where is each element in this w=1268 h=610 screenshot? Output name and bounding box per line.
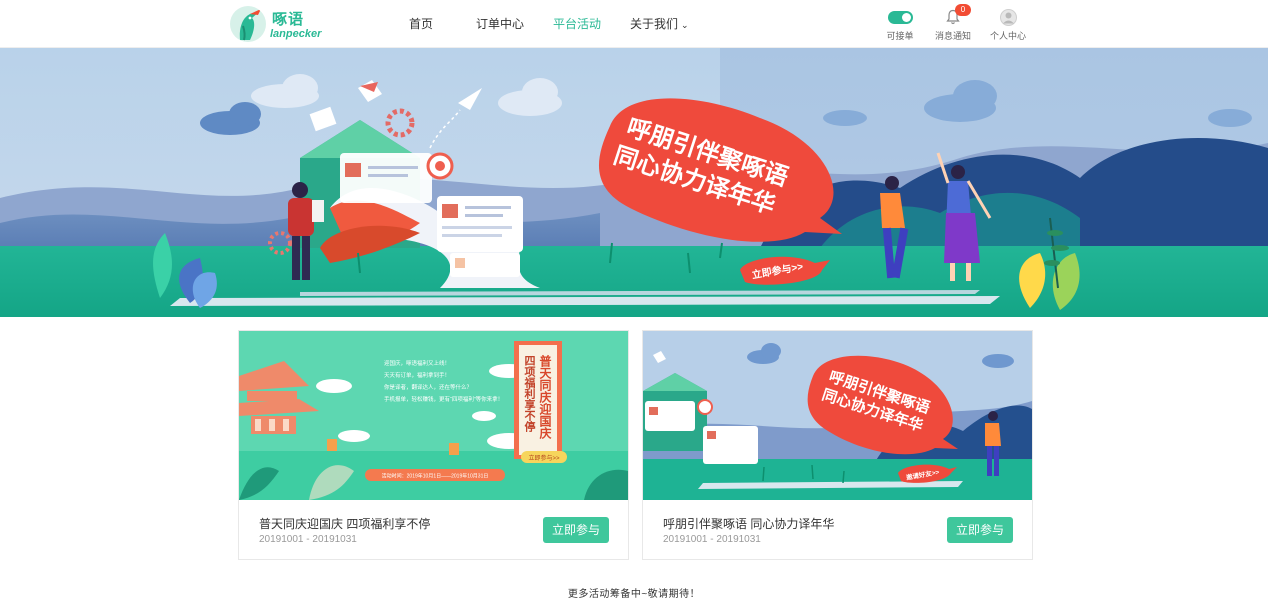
activity-poster-national-day: 普天同庆迎国庆 四项福利享不停 迎国庆，啄语福利又上线！ 天天有订单，福利拿到手… (239, 331, 628, 500)
notification-count-badge: 0 (955, 4, 971, 16)
avatar-icon (999, 8, 1017, 26)
poster-vertical-subtitle-text: 四项福利享不停 (523, 355, 537, 433)
brand-logo[interactable]: 啄语 lanpecker (230, 6, 330, 44)
join-button[interactable]: 立即参与 (543, 517, 609, 543)
more-activities-note: 更多活动筹备中~敬请期待！ (567, 589, 701, 600)
poster-line-1: 迎国庆，啄语福利又上线！ (384, 359, 450, 367)
notifications-label: 消息通知 (934, 31, 971, 41)
nav-platform-activities[interactable]: 平台活动 (553, 0, 601, 48)
nav-about-us[interactable]: 关于我们 ⌄ (630, 0, 689, 48)
activity-title: 呼朋引伴聚啄语 同心协力译年华 (663, 517, 835, 531)
poster-line-3: 你是译者，翻译达人，还在等什么？ (384, 383, 472, 391)
poster-line-2: 天天有订单，福利拿到手！ (384, 371, 450, 379)
profile-label: 个人中心 (989, 31, 1026, 41)
nav-order-center[interactable]: 订单中心 (476, 0, 524, 48)
activity-title: 普天同庆迎国庆 四项福利享不停 (259, 517, 431, 531)
activity-date: 20191001 - 20191031 (663, 534, 761, 545)
poster-vertical-title-text: 普天同庆迎国庆 (538, 354, 552, 440)
join-button[interactable]: 立即参与 (947, 517, 1013, 543)
activity-card-invite-friends[interactable]: 呼朋引伴聚啄语 同心协力译年华 邀请好友>> 呼朋引伴聚啄语 同心协力译年华 2… (642, 330, 1033, 560)
activity-card-national-day[interactable]: 普天同庆迎国庆 四项福利享不停 迎国庆，啄语福利又上线！ 天天有订单，福利拿到手… (238, 330, 629, 560)
brand-name-cn: 啄语 (272, 11, 305, 28)
brand-name-en: lanpecker (270, 28, 322, 40)
hero-banner[interactable]: 呼朋引伴聚啄语 同心协力译年华 立即参与>> (0, 48, 1268, 317)
accept-orders-label: 可接单 (886, 31, 914, 41)
nav-about-us-label: 关于我们 (630, 17, 679, 31)
poster-cta: 立即参与>> (528, 454, 560, 462)
toggle-icon[interactable] (887, 10, 913, 24)
activity-date: 20191001 - 20191031 (259, 534, 357, 545)
profile-button[interactable]: 个人中心 (986, 8, 1030, 42)
chevron-down-icon: ⌄ (681, 20, 689, 30)
banner-illustration: 呼朋引伴聚啄语 同心协力译年华 立即参与>> (0, 48, 1268, 317)
activity-poster-invite-friends: 呼朋引伴聚啄语 同心协力译年华 邀请好友>> (643, 331, 1032, 500)
nav-home[interactable]: 首页 (409, 0, 433, 48)
woodpecker-logo-icon (230, 6, 266, 42)
poster-line-4: 手机报单，轻松赚钱，更有“四项福利”等你来拿！ (384, 395, 503, 403)
top-header: 啄语 lanpecker 首页 订单中心 平台活动 关于我们 ⌄ 可接单 0 消息… (0, 0, 1268, 48)
notifications-button[interactable]: 0 消息通知 (931, 4, 975, 42)
poster-period: 活动时间：2019年10月1日——2019年10月31日 (382, 473, 489, 480)
accept-orders-toggle[interactable]: 可接单 (878, 8, 922, 42)
